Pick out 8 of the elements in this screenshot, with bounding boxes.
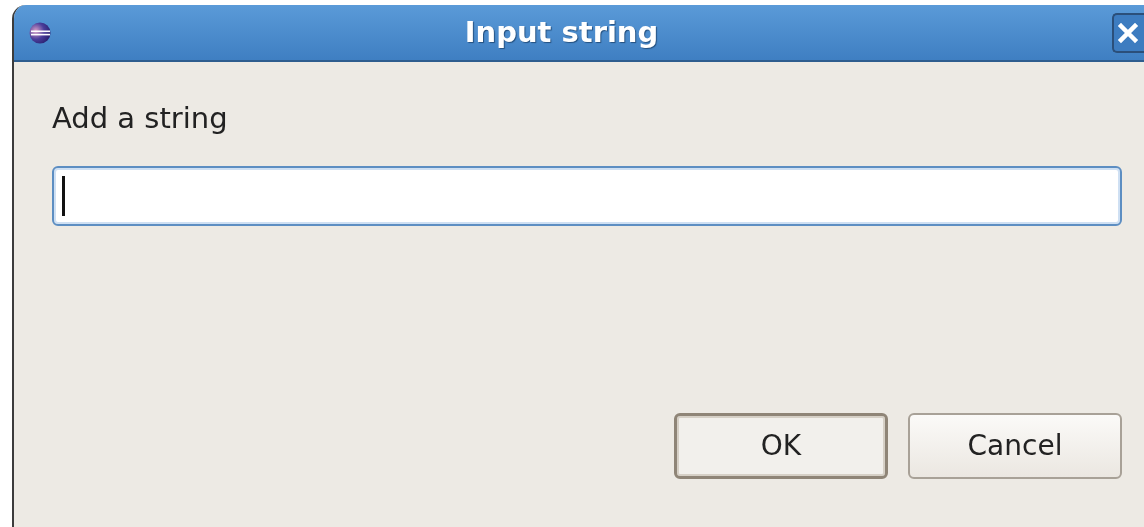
prompt-label: Add a string [52, 100, 228, 136]
window-title: Input string [464, 13, 659, 51]
dialog-button[interactable]: Cancel [908, 413, 1122, 479]
close-icon [1117, 21, 1139, 44]
close-button[interactable] [1112, 12, 1144, 53]
globe-icon [29, 21, 51, 44]
input-field[interactable] [52, 166, 1122, 226]
dialog-button[interactable]: OK [674, 413, 888, 479]
